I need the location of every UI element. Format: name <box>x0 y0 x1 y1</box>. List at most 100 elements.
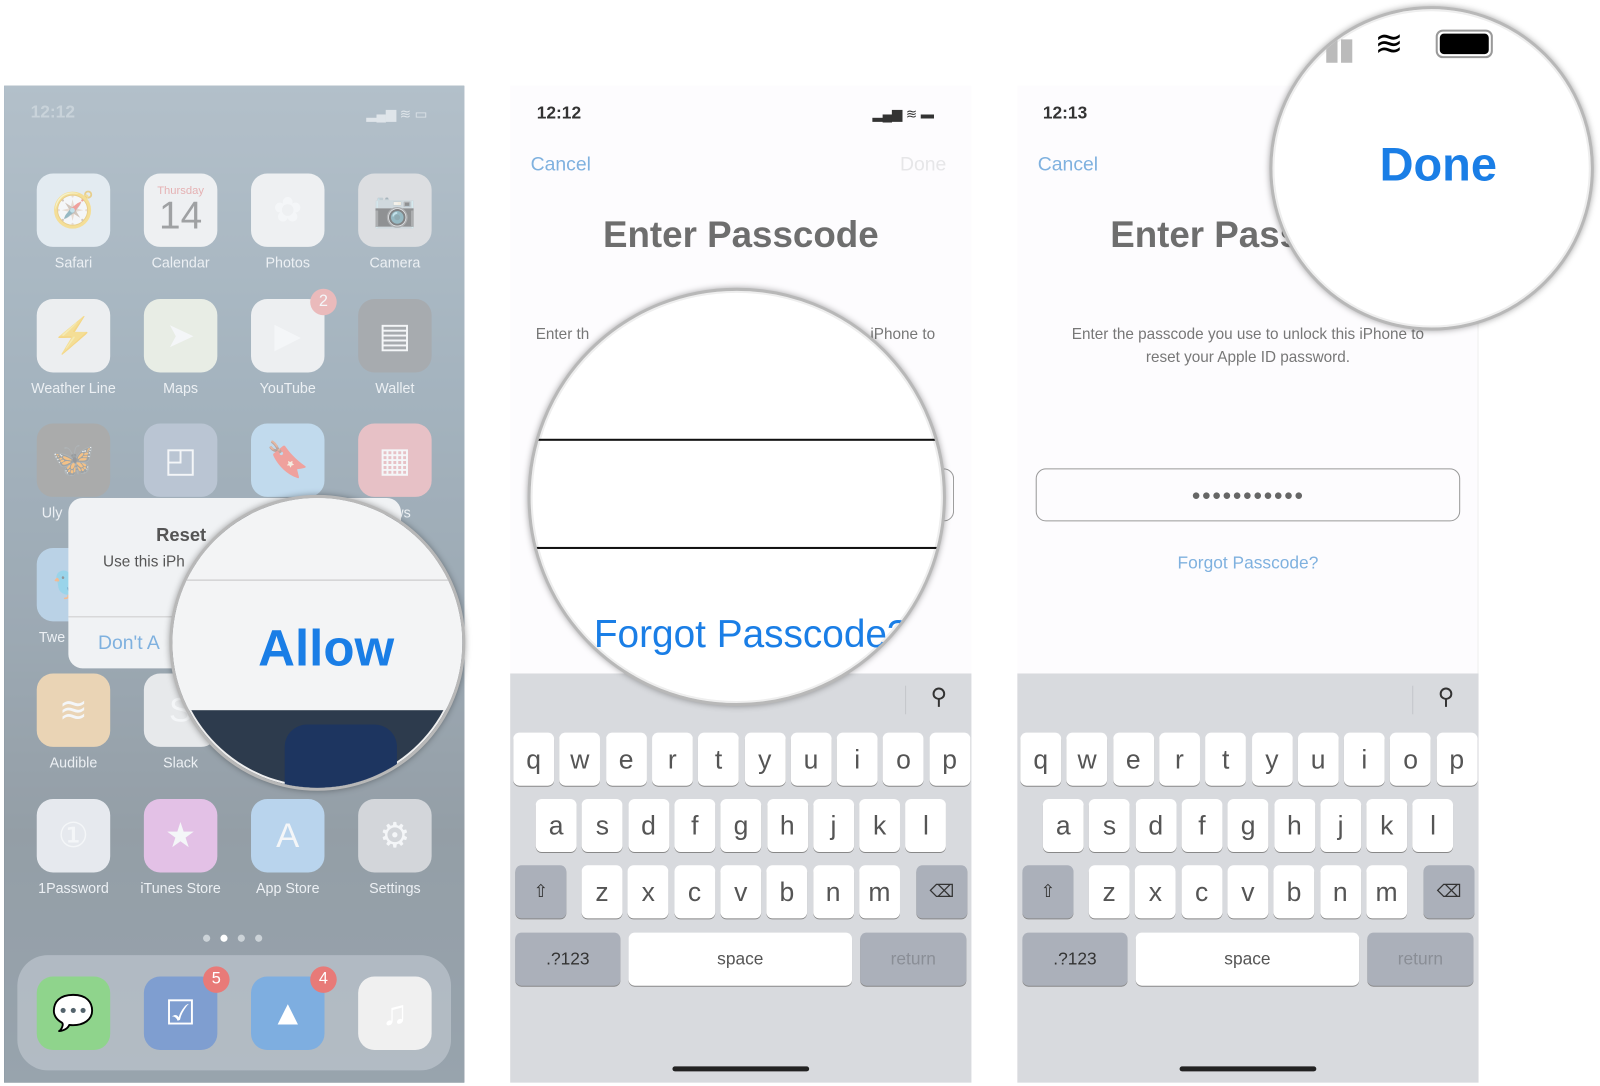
messages-icon[interactable]: 💬 <box>36 976 111 1050</box>
key-p[interactable]: p <box>929 732 971 786</box>
key-j[interactable]: j <box>813 798 854 853</box>
key-c[interactable]: c <box>1181 865 1223 919</box>
key-w[interactable]: w <box>559 732 601 786</box>
keyboard: q w e r t y u i o p a s d f g h j k l z x c v b n m ⇧ ⌫ .?123 space re… <box>1017 673 1479 1083</box>
status-time: 12:12 <box>30 102 75 122</box>
key-q[interactable]: q <box>513 732 555 786</box>
key-f[interactable]: f <box>1181 798 1223 853</box>
numbers-key[interactable]: .?123 <box>515 932 621 986</box>
key-c[interactable]: c <box>674 865 715 919</box>
key-q[interactable]: q <box>1020 732 1062 786</box>
notification-badge: 5 <box>203 966 230 993</box>
cancel-button[interactable]: Cancel <box>531 154 591 176</box>
key-y[interactable]: y <box>744 732 786 786</box>
shift-key[interactable]: ⇧ <box>1022 865 1074 919</box>
page-title: Enter Pass <box>1110 213 1301 256</box>
key-y[interactable]: y <box>1251 732 1293 786</box>
key-o[interactable]: o <box>883 732 924 786</box>
key-a[interactable]: a <box>535 798 577 853</box>
passcode-field-magnifier: Forgot Passcode? <box>527 287 946 707</box>
key-d[interactable]: d <box>1135 798 1177 853</box>
forgot-passcode-link[interactable]: Forgot Passcode? <box>594 613 909 657</box>
allow-button[interactable]: Allow <box>258 618 394 677</box>
toolbar-divider <box>905 685 907 715</box>
numbers-key[interactable]: .?123 <box>1022 932 1128 986</box>
space-key[interactable]: space <box>1135 932 1360 986</box>
description-right: iPhone to <box>870 325 936 343</box>
key-g[interactable]: g <box>720 798 762 853</box>
forgot-passcode-link[interactable]: Forgot Passcode? <box>1017 553 1478 573</box>
key-n[interactable]: n <box>812 865 854 919</box>
music-icon[interactable]: ♫ <box>358 976 432 1050</box>
key-v[interactable]: v <box>720 865 762 919</box>
signal-icon: ▮▮ <box>1323 32 1355 67</box>
key-s[interactable]: s <box>581 798 623 853</box>
key-e[interactable]: e <box>1112 732 1154 786</box>
key-r[interactable]: r <box>1159 732 1200 786</box>
key-s[interactable]: s <box>1089 798 1130 853</box>
key-b[interactable]: b <box>766 865 808 919</box>
cancel-button[interactable]: Cancel <box>1038 154 1098 176</box>
key-u[interactable]: u <box>790 732 832 786</box>
key-k[interactable]: k <box>1366 798 1408 853</box>
notification-badge: 4 <box>310 966 337 993</box>
page-dots[interactable] <box>203 934 263 942</box>
key-n[interactable]: n <box>1319 865 1361 919</box>
key-i[interactable]: i <box>836 732 878 786</box>
keyboard: q w e r t y u i o p a s d f g h j k l z x c v b n m ⇧ ⌫ .?123 space re… <box>510 673 972 1083</box>
key-m[interactable]: m <box>858 865 900 919</box>
key-t[interactable]: t <box>698 732 739 786</box>
home-indicator[interactable] <box>672 1066 810 1072</box>
done-button-disabled[interactable]: Done <box>900 154 946 176</box>
description-line-2: reset your Apple ID password. <box>1145 348 1351 367</box>
status-time: 12:13 <box>1042 103 1088 123</box>
key-e[interactable]: e <box>605 732 647 786</box>
key-f[interactable]: f <box>674 798 716 853</box>
key-x[interactable]: x <box>627 865 669 919</box>
delete-key[interactable]: ⌫ <box>1423 865 1475 919</box>
return-key[interactable]: return <box>1367 932 1474 986</box>
passcode-field[interactable]: ●●●●●●●●●●● <box>1035 468 1461 522</box>
key-t[interactable]: t <box>1205 732 1247 786</box>
description-left: Enter th <box>535 325 590 343</box>
key-w[interactable]: w <box>1066 732 1108 786</box>
key-v[interactable]: v <box>1227 865 1269 919</box>
key-z[interactable]: z <box>581 865 623 919</box>
status-time: 12:12 <box>536 103 582 123</box>
key-l[interactable]: l <box>905 798 947 853</box>
key-j[interactable]: j <box>1320 798 1362 853</box>
return-key[interactable]: return <box>860 932 967 986</box>
shift-key[interactable]: ⇧ <box>515 865 567 919</box>
key-l[interactable]: l <box>1412 798 1454 853</box>
key-a[interactable]: a <box>1042 798 1084 853</box>
key-p[interactable]: p <box>1436 732 1478 786</box>
key-i[interactable]: i <box>1343 732 1385 786</box>
key-h[interactable]: h <box>1273 798 1315 853</box>
delete-key[interactable]: ⌫ <box>916 865 968 919</box>
key-d[interactable]: d <box>628 798 669 853</box>
key-b[interactable]: b <box>1273 865 1315 919</box>
passwords-key-icon[interactable]: ⚲ <box>1438 684 1454 711</box>
key-u[interactable]: u <box>1297 732 1339 786</box>
dont-allow-button[interactable]: Don't A <box>98 633 160 655</box>
key-g[interactable]: g <box>1227 798 1269 853</box>
battery-icon <box>1435 29 1493 59</box>
wifi-icon: ≋ <box>1374 24 1404 64</box>
page-title: Enter Passcode <box>602 213 879 256</box>
key-r[interactable]: r <box>651 732 693 786</box>
passwords-key-icon[interactable]: ⚲ <box>931 684 947 711</box>
done-magnifier: ▮▮ ≋ Done <box>1269 6 1594 331</box>
status-icons: ▂▄▆ ≋ ▬ <box>872 106 935 122</box>
status-icons: ▂▄▆ ≋ ▭ <box>366 106 428 122</box>
key-o[interactable]: o <box>1390 732 1431 786</box>
done-button[interactable]: Done <box>1380 137 1497 192</box>
home-indicator[interactable] <box>1179 1066 1317 1072</box>
key-z[interactable]: z <box>1088 865 1130 919</box>
key-h[interactable]: h <box>766 798 808 853</box>
key-x[interactable]: x <box>1134 865 1176 919</box>
key-k[interactable]: k <box>859 798 901 853</box>
allow-magnifier: Allow <box>169 494 466 791</box>
key-m[interactable]: m <box>1366 865 1407 919</box>
toolbar-divider <box>1412 685 1414 715</box>
space-key[interactable]: space <box>628 932 853 986</box>
